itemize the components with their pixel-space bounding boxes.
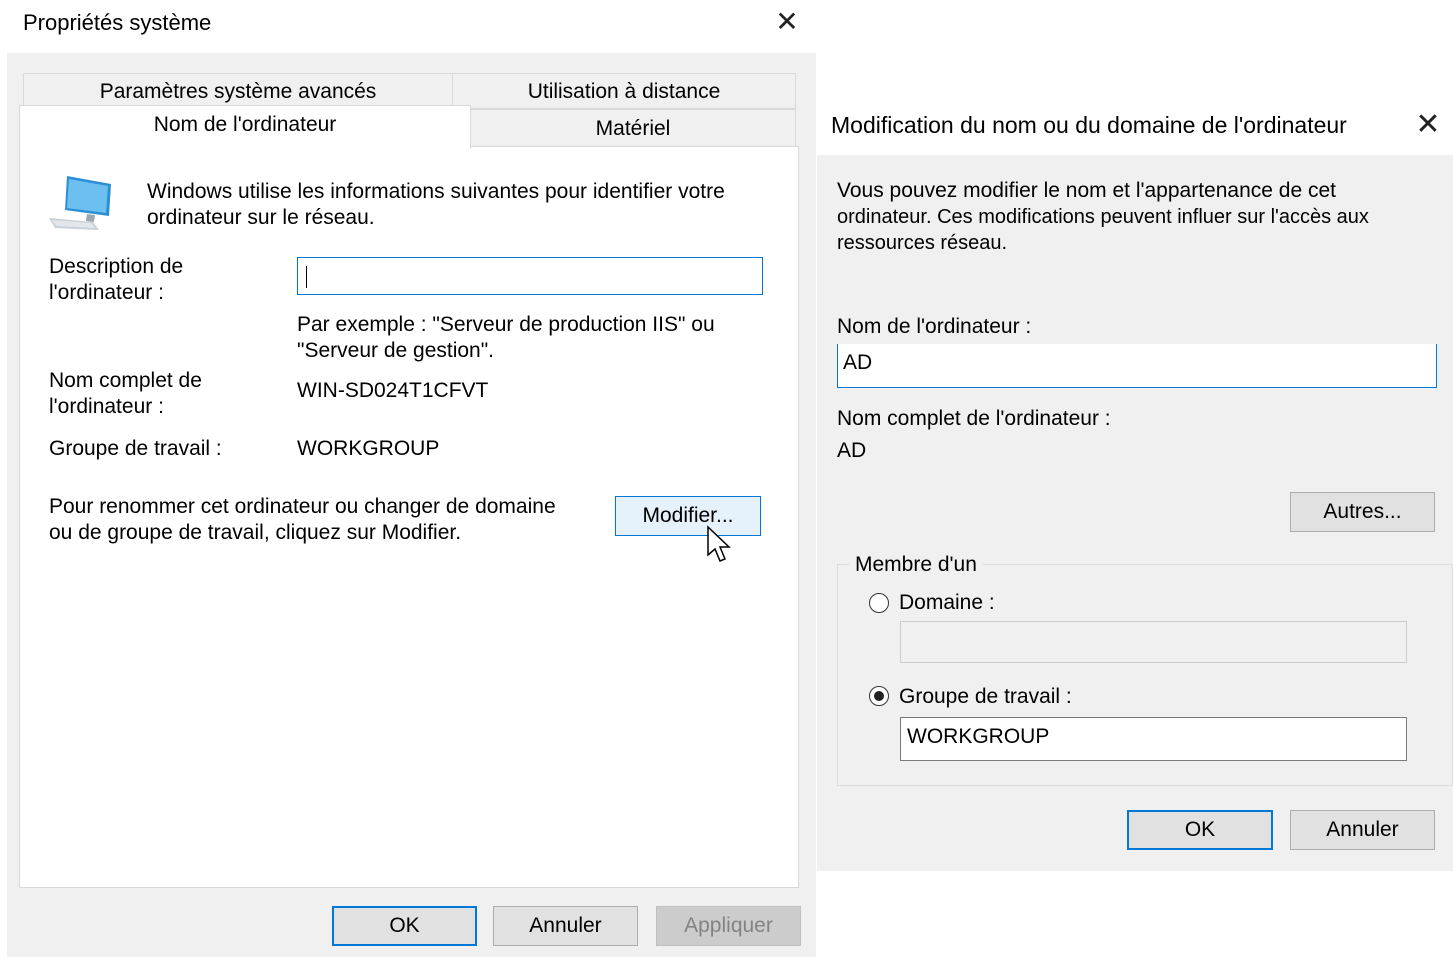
domain-label: Domaine :: [899, 591, 995, 614]
full-name-value: WIN-SD024T1CFVT: [297, 379, 489, 402]
full-name-label-line1: Nom complet de: [49, 369, 202, 392]
computer-name-input[interactable]: AD: [837, 344, 1437, 388]
description-label-line2: l'ordinateur :: [49, 281, 164, 304]
computer-icon: [49, 176, 111, 230]
apply-button[interactable]: Appliquer: [656, 906, 801, 946]
info-text-line2: ordinateur. Ces modifications peuvent in…: [837, 206, 1369, 228]
workgroup-input[interactable]: WORKGROUP: [900, 717, 1407, 761]
info-text-line3: ressources réseau.: [837, 232, 1008, 254]
tab-hardware[interactable]: Matériel: [470, 109, 796, 147]
intro-text-line2: ordinateur sur le réseau.: [147, 206, 375, 229]
mouse-cursor-icon: [707, 525, 731, 562]
tab-computer-name[interactable]: Nom de l'ordinateur: [19, 105, 471, 149]
close-icon[interactable]: ✕: [773, 6, 801, 38]
rename-text-line1: Pour renommer cet ordinateur ou changer …: [49, 495, 556, 518]
ok-button[interactable]: OK: [1127, 810, 1273, 850]
modify-button[interactable]: Modifier...: [615, 496, 761, 536]
workgroup-value: WORKGROUP: [297, 437, 440, 460]
cancel-button[interactable]: Annuler: [493, 906, 638, 946]
full-name-value: AD: [837, 439, 867, 462]
ok-button[interactable]: OK: [332, 906, 477, 946]
intro-text-line1: Windows utilise les informations suivant…: [147, 180, 725, 203]
description-input[interactable]: [297, 257, 763, 295]
rename-text-line2: ou de groupe de travail, cliquez sur Mod…: [49, 521, 462, 544]
text-cursor: [306, 266, 307, 288]
member-of-label: Membre d'un: [849, 552, 983, 578]
tab-remote[interactable]: Utilisation à distance: [452, 73, 796, 109]
info-text-line1: Vous pouvez modifier le nom et l'apparte…: [837, 179, 1336, 202]
full-name-label: Nom complet de l'ordinateur :: [837, 407, 1111, 430]
cancel-button[interactable]: Annuler: [1290, 810, 1435, 850]
domain-radio[interactable]: [869, 593, 889, 613]
workgroup-radio[interactable]: [869, 686, 889, 706]
rename-dialog-title: Modification du nom ou du domaine de l'o…: [831, 112, 1347, 138]
description-label-line1: Description de: [49, 255, 184, 278]
example-text-line2: "Serveur de gestion".: [297, 339, 495, 362]
domain-input[interactable]: [900, 621, 1407, 663]
example-text-line1: Par exemple : "Serveur de production IIS…: [297, 313, 715, 336]
workgroup-label: Groupe de travail :: [899, 685, 1072, 708]
tab-advanced-settings[interactable]: Paramètres système avancés: [23, 73, 453, 109]
computer-name-label: Nom de l'ordinateur :: [837, 315, 1032, 338]
more-button[interactable]: Autres...: [1290, 492, 1435, 532]
workgroup-label: Groupe de travail :: [49, 437, 222, 460]
full-name-label-line2: l'ordinateur :: [49, 395, 164, 418]
dialog-title: Propriétés système: [23, 10, 212, 35]
radio-selected-dot: [874, 691, 884, 701]
close-icon[interactable]: ✕: [1411, 107, 1445, 143]
